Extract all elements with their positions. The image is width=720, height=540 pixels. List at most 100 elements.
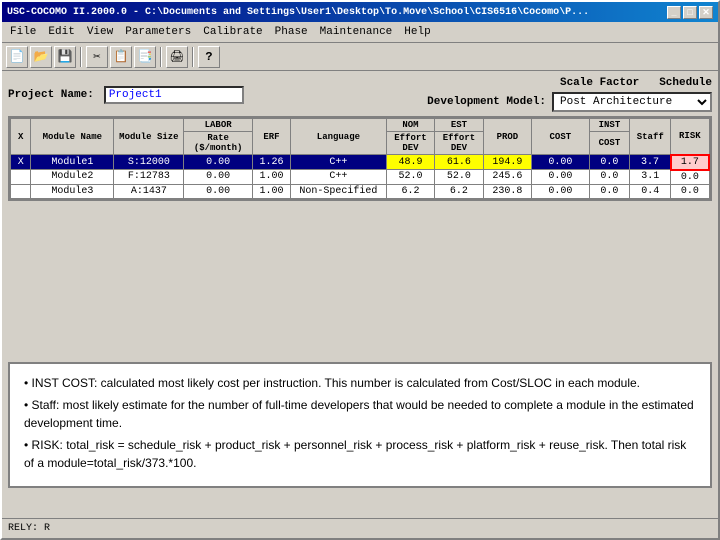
paste-button[interactable]: 📑 [134,46,156,68]
maximize-button[interactable]: □ [683,6,697,19]
table-row[interactable]: Module3 A:1437 0.00 1.00 Non-Specified 6… [11,184,710,198]
table-row[interactable]: X Module1 S:12000 0.00 1.26 C++ 48.9 61.… [11,155,710,170]
open-button[interactable]: 📂 [30,46,52,68]
cell-erf: 1.00 [252,170,290,185]
print-button[interactable]: 🖨 [166,46,188,68]
cell-language: Non-Specified [291,184,387,198]
info-risk: • RISK: total_risk = schedule_risk + pro… [24,436,696,472]
col-header-risk: RISK [671,119,709,155]
menu-file[interactable]: File [4,24,42,40]
right-section: Scale Factor Schedule Development Model:… [427,77,712,112]
new-button[interactable]: 📄 [6,46,28,68]
toolbar-separator-2 [160,47,162,67]
cell-module-name: Module3 [31,184,114,198]
cell-cost: 0.00 [532,184,589,198]
cut-button[interactable]: ✂ [86,46,108,68]
cell-prod: 194.9 [483,155,531,170]
cell-x [11,170,31,185]
cell-cost: 0.00 [532,170,589,185]
menu-maintenance[interactable]: Maintenance [314,24,399,40]
table-header-group-row: X Module Name Module Size LABOR ERF Lang… [11,119,710,132]
cell-erf: 1.26 [252,155,290,170]
cell-est-effort: 52.0 [435,170,483,185]
cell-nom-effort: 6.2 [386,184,434,198]
dev-model-select[interactable]: Post Architecture Early Design [552,92,712,112]
cell-size: A:1437 [114,184,184,198]
col-header-est: EST [435,119,483,132]
project-name-input[interactable] [104,86,244,104]
col-header-inst: INST [589,119,630,132]
toolbar: 📄 📂 💾 ✂ 📋 📑 🖨 ? [2,43,718,71]
scale-schedule-row: Scale Factor Schedule [560,77,712,89]
module-table-container: X Module Name Module Size LABOR ERF Lang… [8,116,712,201]
cell-inst-cost: 0.0 [589,155,630,170]
schedule-label: Schedule [659,77,712,89]
cell-cost: 0.00 [532,155,589,170]
minimize-button[interactable]: _ [667,6,681,19]
cell-est-effort: 6.2 [435,184,483,198]
dev-model-label: Development Model: [427,96,546,108]
cell-erf: 1.00 [252,184,290,198]
cell-staff: 3.7 [630,155,671,170]
dev-model-row: Development Model: Post Architecture Ear… [427,92,712,112]
col-header-cost: COST [532,119,589,155]
cell-prod: 245.6 [483,170,531,185]
cell-language: C++ [291,170,387,185]
menu-parameters[interactable]: Parameters [119,24,197,40]
col-header-labor: LABOR [184,119,252,132]
col-header-rate: Rate ($/month) [184,132,252,155]
title-bar: USC-COCOMO II.2000.0 - C:\Documents and … [2,2,718,22]
cell-nom-effort: 48.9 [386,155,434,170]
cell-module-name: Module2 [31,170,114,185]
col-header-inst-cost: COST [589,132,630,155]
toolbar-separator-1 [80,47,82,67]
cell-prod: 230.8 [483,184,531,198]
col-header-staff: Staff [630,119,671,155]
menu-help[interactable]: Help [398,24,436,40]
table-row[interactable]: Module2 F:12783 0.00 1.00 C++ 52.0 52.0 … [11,170,710,185]
cell-language: C++ [291,155,387,170]
col-header-module-size: Module Size [114,119,184,155]
title-bar-buttons: _ □ ✕ [667,6,713,19]
col-header-nom-dev: Effort DEV [386,132,434,155]
close-button[interactable]: ✕ [699,6,713,19]
cell-risk: 1.7 [671,155,709,170]
cell-labor-rate: 0.00 [184,184,252,198]
col-header-erf: ERF [252,119,290,155]
help-button[interactable]: ? [198,46,220,68]
cell-staff: 0.4 [630,184,671,198]
cell-est-effort: 61.6 [435,155,483,170]
main-window: USC-COCOMO II.2000.0 - C:\Documents and … [0,0,720,540]
col-header-nom: NOM [386,119,434,132]
col-header-language: Language [291,119,387,155]
cell-size: S:12000 [114,155,184,170]
cell-risk: 0.0 [671,170,709,185]
cell-size: F:12783 [114,170,184,185]
col-header-x: X [11,119,31,155]
menu-edit[interactable]: Edit [42,24,80,40]
info-staff: • Staff: most likely estimate for the nu… [24,396,696,432]
menu-phase[interactable]: Phase [269,24,314,40]
col-header-prod: PROD [483,119,531,155]
cell-risk: 0.0 [671,184,709,198]
cell-nom-effort: 52.0 [386,170,434,185]
info-inst-cost: • INST COST: calculated most likely cost… [24,374,696,392]
cell-x [11,184,31,198]
cell-staff: 3.1 [630,170,671,185]
content-area: Project Name: Scale Factor Schedule Deve… [2,71,718,518]
cell-x: X [11,155,31,170]
save-button[interactable]: 💾 [54,46,76,68]
menu-calibrate[interactable]: Calibrate [197,24,268,40]
col-header-est-dev: Effort DEV [435,132,483,155]
copy-button[interactable]: 📋 [110,46,132,68]
cell-module-name: Module1 [31,155,114,170]
status-bar: RELY: R [2,518,718,538]
cell-inst-cost: 0.0 [589,170,630,185]
toolbar-separator-3 [192,47,194,67]
col-header-module-name: Module Name [31,119,114,155]
window-title: USC-COCOMO II.2000.0 - C:\Documents and … [7,7,589,18]
cell-inst-cost: 0.0 [589,184,630,198]
project-row: Project Name: Scale Factor Schedule Deve… [8,77,712,112]
menu-view[interactable]: View [81,24,119,40]
menu-bar: File Edit View Parameters Calibrate Phas… [2,22,718,43]
